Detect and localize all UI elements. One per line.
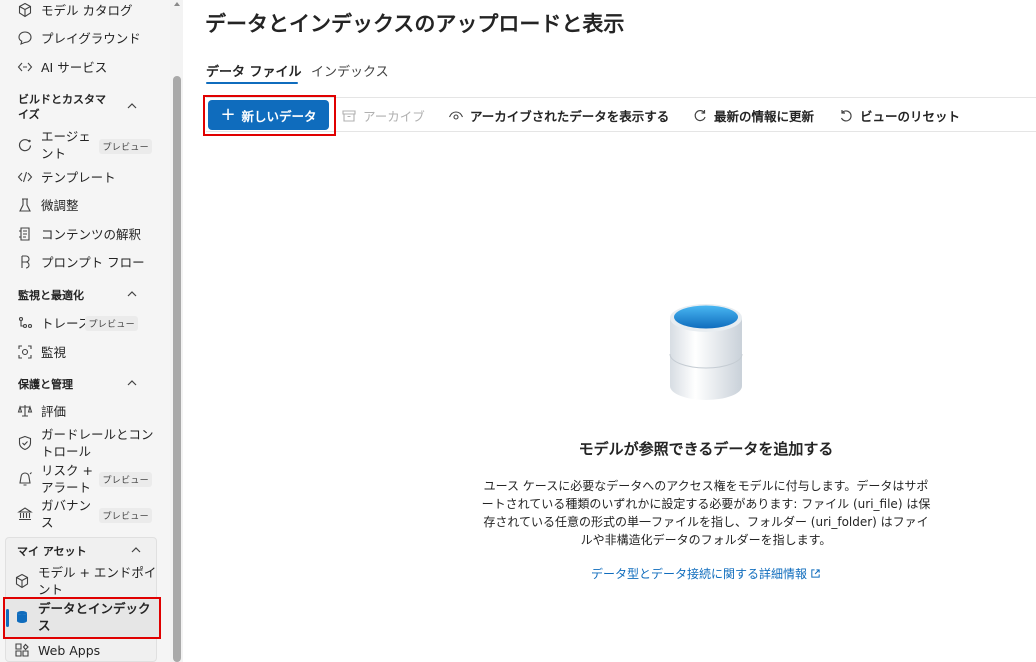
sidebar-item-label: モデル カタログ <box>41 2 133 18</box>
show-archived-label: アーカイブされたデータを表示する <box>470 109 670 124</box>
archive-button[interactable]: アーカイブ <box>341 106 425 125</box>
trace-icon <box>16 314 34 332</box>
sidebar-item-tracing[interactable]: トレース プレビュー <box>16 314 166 332</box>
bank-icon <box>16 505 34 523</box>
sidebar-item-prompt-flow[interactable]: プロンプト フロー <box>16 253 166 271</box>
shield-icon <box>16 434 34 452</box>
empty-state-title: モデルが参照できるデータを追加する <box>578 440 834 458</box>
sidebar-item-governance[interactable]: ガバナンス プレビュー <box>16 497 166 531</box>
refresh-icon <box>694 109 706 121</box>
archive-label: アーカイブ <box>363 109 425 124</box>
sidebar-item-label: リスク + アラート <box>41 463 93 495</box>
sidebar-item-agents[interactable]: エージェント プレビュー <box>16 128 166 162</box>
undo-icon <box>840 109 852 122</box>
refresh-label: 最新の情報に更新 <box>714 109 815 124</box>
chevron-up-icon[interactable] <box>125 99 139 113</box>
agent-icon <box>16 136 34 154</box>
sidebar-item-label: 評価 <box>41 403 67 419</box>
monitor-camera-icon <box>16 343 34 361</box>
document-scan-icon <box>16 225 34 243</box>
sidebar-item-label: 微調整 <box>41 197 79 213</box>
sidebar-item-web-apps[interactable]: Web Apps <box>13 641 163 659</box>
chat-bubble-icon <box>16 29 34 47</box>
database-illustration-icon <box>669 304 743 400</box>
sidebar-item-label: AI サービス <box>41 59 108 75</box>
sidebar-item-label: ガバナンス <box>41 498 92 530</box>
diamond-link-icon <box>16 58 34 76</box>
scale-icon <box>16 402 34 420</box>
sidebar-item-evaluation[interactable]: 評価 <box>16 402 166 420</box>
learn-more-label: データ型とデータ接続に関する詳細情報 <box>590 567 807 581</box>
sidebar-item-label: ガードレールとコントロール <box>41 427 154 459</box>
selected-tab-indicator <box>206 82 298 84</box>
sidebar-item-data-indexes[interactable]: データとインデックス <box>13 600 163 634</box>
code-icon <box>16 168 34 186</box>
left-navigation: モデル カタログ プレイグラウンド AI サービス ビルドとカスタマイズ エージ… <box>0 0 183 662</box>
external-link-icon <box>811 569 820 578</box>
archive-icon <box>342 109 356 122</box>
sidebar-item-ai-services[interactable]: AI サービス <box>16 58 166 76</box>
tab-indexes[interactable]: インデックス <box>311 61 389 80</box>
chevron-up-icon[interactable] <box>129 543 143 557</box>
preview-badge: プレビュー <box>99 472 152 487</box>
sidebar-item-label: コンテンツの解釈 <box>41 226 142 242</box>
sidebar-item-label: プレイグラウンド <box>41 30 141 46</box>
active-indicator <box>6 609 9 627</box>
plus-icon: + <box>220 104 236 125</box>
apps-icon <box>13 641 31 659</box>
sidebar-item-label: テンプレート <box>41 169 116 185</box>
sidebar-item-label: Web Apps <box>38 642 101 658</box>
sidebar-item-risk-alerts[interactable]: リスク + アラート プレビュー <box>16 462 166 496</box>
sidebar-item-playground[interactable]: プレイグラウンド <box>16 29 166 47</box>
sidebar-item-label: データとインデックス <box>38 601 151 633</box>
learn-more-link[interactable]: データ型とデータ接続に関する詳細情報 <box>456 565 956 582</box>
tab-data-files[interactable]: データ ファイル <box>206 61 302 80</box>
section-heading-my-assets: マイ アセット <box>17 545 87 558</box>
reset-view-button[interactable]: ビューのリセット <box>838 106 960 125</box>
sidebar-item-model-catalog[interactable]: モデル カタログ <box>16 1 166 19</box>
refresh-button[interactable]: 最新の情報に更新 <box>692 106 814 125</box>
sidebar-item-fine-tuning[interactable]: 微調整 <box>16 196 166 214</box>
cube-catalog-icon <box>16 1 34 19</box>
sidebar-item-label: プロンプト フロー <box>41 254 145 270</box>
page-title: データとインデックスのアップロードと表示 <box>205 12 625 36</box>
chevron-up-icon[interactable] <box>125 287 139 301</box>
preview-badge: プレビュー <box>99 508 152 523</box>
flask-icon <box>16 196 34 214</box>
show-archived-button[interactable]: アーカイブされたデータを表示する <box>448 106 669 125</box>
sidebar-item-monitoring[interactable]: 監視 <box>16 343 166 361</box>
new-data-label: 新しいデータ <box>241 108 317 124</box>
cube-icon <box>13 572 31 590</box>
database-icon <box>13 608 31 626</box>
sidebar-item-models-endpoints[interactable]: モデル + エンドポイント <box>13 564 163 598</box>
empty-state-description: ユース ケースに必要なデータへのアクセス権をモデルに付与します。データはサポート… <box>481 479 931 547</box>
flow-icon <box>16 253 34 271</box>
sidebar-item-label: エージェント <box>41 129 91 161</box>
sidebar-item-label: モデル + エンドポイント <box>38 565 157 597</box>
alert-icon <box>16 470 34 488</box>
new-data-button[interactable]: + 新しいデータ <box>208 100 329 130</box>
sidebar-scrollbar-thumb[interactable] <box>173 76 181 662</box>
preview-badge: プレビュー <box>85 316 138 331</box>
sidebar-item-guardrails[interactable]: ガードレールとコントロール <box>16 426 166 460</box>
sidebar-item-label: 監視 <box>41 344 67 360</box>
sidebar-item-content-understanding[interactable]: コンテンツの解釈 <box>16 225 166 243</box>
eye-icon <box>448 110 464 120</box>
sidebar-item-label: トレース <box>41 315 91 331</box>
section-heading-build: ビルドとカスタマイズ <box>18 93 106 121</box>
chevron-up-icon[interactable] <box>125 376 139 390</box>
sidebar-item-templates[interactable]: テンプレート <box>16 168 166 186</box>
preview-badge: プレビュー <box>99 139 152 154</box>
reset-view-label: ビューのリセット <box>860 109 961 124</box>
scroll-up-arrow-icon[interactable] <box>172 0 182 8</box>
